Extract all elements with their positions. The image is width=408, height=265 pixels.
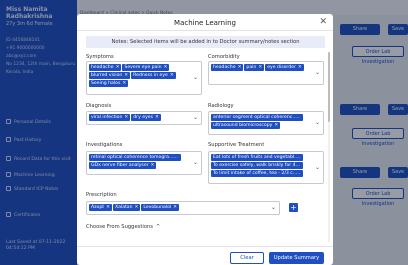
update-summary-button[interactable]: Update Summary (269, 252, 324, 264)
chevron-down-icon[interactable]: ⌄ (315, 69, 320, 76)
notice-banner: Notes: Selected items will be added in t… (86, 36, 325, 48)
diagnosis-label: Diagnosis (86, 103, 112, 109)
prescription-select[interactable]: Azopt ✕ Xalatan ✕ Levobunalol ✕ ⌄ (86, 201, 280, 215)
remove-icon[interactable]: ✕ (258, 65, 262, 70)
remove-icon[interactable]: ✕ (135, 205, 139, 210)
divider (77, 30, 333, 31)
investigations-select[interactable]: retinal optical coherence tomogra... ✕ GDx… (86, 151, 202, 175)
tag-chip[interactable]: dry eyes ✕ (131, 114, 161, 121)
remove-icon[interactable]: ✕ (124, 73, 128, 78)
tag-chip[interactable]: Seeing halos ✕ (89, 80, 129, 87)
remove-icon[interactable]: ✕ (301, 155, 303, 160)
supportive-treatment-label: Supportive Treatment (208, 142, 265, 148)
tag-chip[interactable]: headache ✕ (211, 64, 244, 71)
tag-chip[interactable]: To exercise safely, walk briskly for 4..… (211, 162, 303, 169)
chevron-down-icon[interactable]: ⌄ (193, 159, 198, 166)
tag-chip[interactable]: GDx nerve fiber analyser ✕ (89, 162, 157, 169)
chevron-down-icon[interactable]: ⌄ (193, 74, 198, 81)
clear-button[interactable]: Clear (230, 252, 264, 264)
remove-icon[interactable]: ✕ (155, 115, 159, 120)
chevron-down-icon[interactable]: ⌄ (315, 164, 320, 171)
investigations-label: Investigations (86, 142, 123, 148)
tag-chip[interactable]: Levobunalol ✕ (141, 204, 180, 211)
remove-icon[interactable]: ✕ (173, 205, 177, 210)
remove-icon[interactable]: ✕ (124, 115, 128, 120)
remove-icon[interactable]: ✕ (151, 163, 155, 168)
machine-learning-modal: Machine Learning ✕ Notes: Selected items… (77, 14, 333, 265)
chevron-up-icon: ^ (156, 224, 161, 230)
tag-chip[interactable]: eye disorder ✕ (265, 64, 304, 71)
remove-icon[interactable]: ✕ (164, 65, 168, 70)
remove-icon[interactable]: ✕ (170, 73, 174, 78)
tag-chip[interactable]: Redness in eye ✕ (131, 72, 176, 79)
tag-chip[interactable]: retinal optical coherence tomogra... ✕ (89, 154, 181, 161)
tag-chip[interactable]: Severe eye pain ✕ (122, 64, 170, 71)
remove-icon[interactable]: ✕ (122, 81, 126, 86)
tag-chip[interactable]: headache ✕ (89, 64, 122, 71)
prescription-label: Prescription (86, 192, 117, 198)
tag-chip[interactable]: blurred vision ✕ (89, 72, 131, 79)
scrollbar-thumb[interactable] (328, 52, 330, 122)
symptoms-select[interactable]: headache ✕ Severe eye pain ✕blurred vision ✕… (86, 61, 202, 95)
supportive-treatment-select[interactable]: Eat lots of fresh fruits and vegetabl...… (208, 151, 324, 184)
radiology-label: Radiology (208, 103, 234, 109)
tag-chip[interactable]: Xalatan ✕ (112, 204, 141, 211)
tag-chip[interactable]: To limit intake of coffee, tea - 2/3 c..… (211, 170, 303, 177)
divider (77, 246, 333, 247)
choose-from-suggestions-toggle[interactable]: Choose From Suggestions ^ (86, 224, 160, 230)
remove-icon[interactable]: ✕ (298, 65, 302, 70)
tag-chip[interactable]: ultrasound biomicroscopy ✕ (211, 122, 281, 129)
tag-chip[interactable]: Azopt ✕ (89, 204, 112, 211)
chevron-down-icon[interactable]: ⌄ (193, 114, 198, 121)
diagnosis-select[interactable]: viral infection ✕ dry eyes ✕ ⌄ (86, 111, 202, 125)
add-prescription-button[interactable]: + (289, 203, 298, 212)
tag-chip[interactable]: Eat lots of fresh fruits and vegetabl...… (211, 154, 303, 161)
modal-scrollbar[interactable] (328, 52, 330, 242)
comorbidity-label: Comorbidity (208, 54, 240, 60)
comorbidity-select[interactable]: headache ✕ pain ✕ eye disorder ✕ ⌄ (208, 61, 324, 85)
chevron-down-icon[interactable]: ⌄ (271, 204, 276, 211)
modal-title: Machine Learning (174, 19, 236, 27)
remove-icon[interactable]: ✕ (238, 65, 242, 70)
remove-icon[interactable]: ✕ (302, 163, 303, 168)
close-icon[interactable]: ✕ (319, 17, 327, 27)
tag-chip[interactable]: viral infection ✕ (89, 114, 131, 121)
chevron-down-icon[interactable]: ⌄ (315, 119, 320, 126)
remove-icon[interactable]: ✕ (116, 65, 120, 70)
remove-icon[interactable]: ✕ (106, 205, 110, 210)
tag-chip[interactable]: pain ✕ (244, 64, 265, 71)
radiology-select[interactable]: anterior segment optical coherenc... ✕ ult… (208, 111, 324, 135)
symptoms-label: Symptoms (86, 54, 114, 60)
remove-icon[interactable]: ✕ (274, 123, 278, 128)
tag-chip[interactable]: anterior segment optical coherenc... ✕ (211, 114, 303, 121)
plus-icon: + (290, 203, 297, 212)
